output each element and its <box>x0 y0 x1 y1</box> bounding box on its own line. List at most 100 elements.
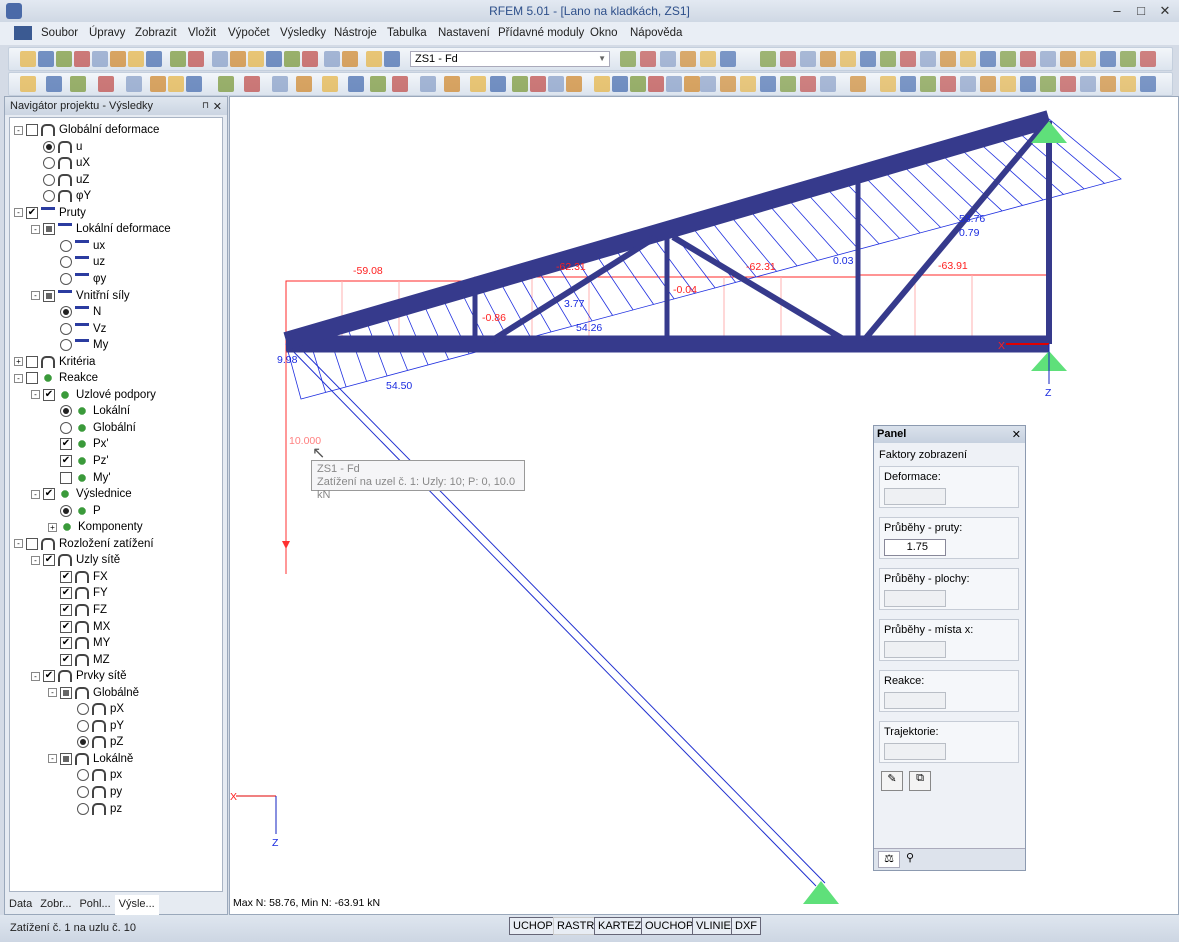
menu-napoveda[interactable]: Nápověda <box>630 27 682 39</box>
toolbar-button-icon[interactable] <box>20 51 36 67</box>
toolbar-button-icon[interactable] <box>612 76 628 92</box>
factor-spinner[interactable] <box>884 488 946 505</box>
toolbar-button-icon[interactable] <box>1120 76 1136 92</box>
tree-item[interactable]: My' <box>48 470 111 486</box>
toolbar-button-icon[interactable] <box>266 51 282 67</box>
tree-item[interactable]: φY <box>31 188 91 204</box>
checkbox-partial[interactable] <box>60 686 72 699</box>
toolbar-button-icon[interactable] <box>1020 51 1036 67</box>
copy-button[interactable]: ⧉ <box>909 771 931 791</box>
toolbar-button-icon[interactable] <box>444 76 460 92</box>
tab-display[interactable]: Zobr... <box>36 895 75 915</box>
toolbar-button-icon[interactable] <box>900 76 916 92</box>
menu-zobrazit[interactable]: Zobrazit <box>135 27 177 39</box>
toolbar-button-icon[interactable] <box>1060 76 1076 92</box>
tree-item[interactable]: - ✔ Uzly sítě <box>31 552 120 568</box>
checkbox[interactable]: ✔ <box>43 488 55 501</box>
tree-item[interactable]: - Globálně <box>48 685 139 701</box>
toolbar-button-icon[interactable] <box>272 76 288 92</box>
tree-item[interactable]: uX <box>31 155 90 171</box>
toolbar-button-icon[interactable] <box>168 76 184 92</box>
toolbar-button-icon[interactable] <box>960 51 976 67</box>
expander-icon[interactable]: + <box>14 357 23 367</box>
tree-item[interactable]: - Lokálně <box>48 751 133 767</box>
menu-nastroje[interactable]: Nástroje <box>334 27 377 39</box>
factor-spinner[interactable] <box>884 641 946 658</box>
toolbar-button-icon[interactable] <box>98 76 114 92</box>
toolbar-button-icon[interactable] <box>1080 51 1096 67</box>
radio[interactable] <box>77 786 89 798</box>
radio[interactable] <box>77 736 89 749</box>
checkbox[interactable]: ✔ <box>60 653 72 666</box>
checkbox-partial[interactable] <box>43 289 55 302</box>
toolbar-button-icon[interactable] <box>760 51 776 67</box>
tab-results[interactable]: Výsle... <box>114 895 159 915</box>
toolbar-button-icon[interactable] <box>594 76 610 92</box>
toolbar-button-icon[interactable] <box>56 51 72 67</box>
toolbar-button-icon[interactable] <box>392 76 408 92</box>
menu-upravy[interactable]: Úpravy <box>89 27 125 39</box>
toolbar-button-icon[interactable] <box>384 51 400 67</box>
toolbar-button-icon[interactable] <box>1100 76 1116 92</box>
toolbar-button-icon[interactable] <box>1000 51 1016 67</box>
toolbar-button-icon[interactable] <box>322 76 338 92</box>
tab-views[interactable]: Pohl... <box>75 895 114 915</box>
toolbar-button-icon[interactable] <box>980 51 996 67</box>
toolbar-button-icon[interactable] <box>800 76 816 92</box>
checkbox[interactable]: ✔ <box>43 670 55 683</box>
radio[interactable] <box>60 239 72 252</box>
toolbar-button-icon[interactable] <box>212 51 228 67</box>
toolbar-button-icon[interactable] <box>1020 76 1036 92</box>
radio[interactable] <box>60 306 72 319</box>
toolbar-button-icon[interactable] <box>470 76 486 92</box>
radio[interactable] <box>60 322 72 335</box>
checkbox[interactable]: ✔ <box>60 620 72 633</box>
menu-pridavne-moduly[interactable]: Přídavné moduly <box>498 27 584 39</box>
toolbar-button-icon[interactable] <box>860 51 876 67</box>
checkbox[interactable]: ✔ <box>60 603 72 616</box>
tree-item[interactable]: pZ <box>65 734 123 750</box>
toolbar-button-icon[interactable] <box>1100 51 1116 67</box>
load-case-select[interactable]: ZS1 - Fd ▼ <box>410 51 610 67</box>
tree-item[interactable]: φy <box>48 271 106 287</box>
expander-icon[interactable]: - <box>14 208 23 218</box>
expander-icon[interactable]: - <box>14 539 23 549</box>
radio[interactable] <box>77 719 89 732</box>
toolbar-button-icon[interactable] <box>548 76 564 92</box>
toolbar-button-icon[interactable] <box>1140 51 1156 67</box>
radio[interactable] <box>77 769 89 782</box>
tree-item[interactable]: ✔ FZ <box>48 602 107 618</box>
pin-icon[interactable]: ⊓ <box>202 100 209 111</box>
expander-icon[interactable]: - <box>48 688 57 698</box>
toolbar-button-icon[interactable] <box>850 76 866 92</box>
tree-item[interactable]: My <box>48 337 108 353</box>
toolbar-button-icon[interactable] <box>370 76 386 92</box>
toolbar-button-icon[interactable] <box>146 51 162 67</box>
toolbar-button-icon[interactable] <box>660 51 676 67</box>
expander-icon[interactable]: - <box>31 390 40 400</box>
tree-item[interactable]: ux <box>48 238 105 254</box>
tree-item[interactable]: - Vnitřní síly <box>31 288 130 304</box>
tree-item[interactable]: ✔ MZ <box>48 652 110 668</box>
toolbar-button-icon[interactable] <box>760 76 776 92</box>
toolbar-button-icon[interactable] <box>700 76 716 92</box>
toolbar-button-icon[interactable] <box>230 51 246 67</box>
radio[interactable] <box>43 140 55 153</box>
tree-item[interactable]: - Rozložení zatížení <box>14 536 154 552</box>
toolbar-button-icon[interactable] <box>960 76 976 92</box>
tree-item[interactable]: - Lokální deformace <box>31 221 171 237</box>
toolbar-button-icon[interactable] <box>920 76 936 92</box>
tree-item[interactable]: - Reakce <box>14 370 98 386</box>
toolbar-button-icon[interactable] <box>1060 51 1076 67</box>
menu-vlozit[interactable]: Vložit <box>188 27 216 39</box>
radio[interactable] <box>60 256 72 269</box>
model-viewport[interactable]: -59.08 -62.31 -62.31 -63.91 -0.86 -0.04 … <box>229 96 1179 915</box>
toolbar-button-icon[interactable] <box>1140 76 1156 92</box>
expander-icon[interactable]: - <box>48 754 57 764</box>
factor-spinner[interactable] <box>884 743 946 760</box>
checkbox[interactable] <box>26 355 38 368</box>
toolbar-button-icon[interactable] <box>740 76 756 92</box>
menu-okno[interactable]: Okno <box>590 27 618 39</box>
checkbox[interactable]: ✔ <box>60 438 72 451</box>
toolbar-button-icon[interactable] <box>70 76 86 92</box>
